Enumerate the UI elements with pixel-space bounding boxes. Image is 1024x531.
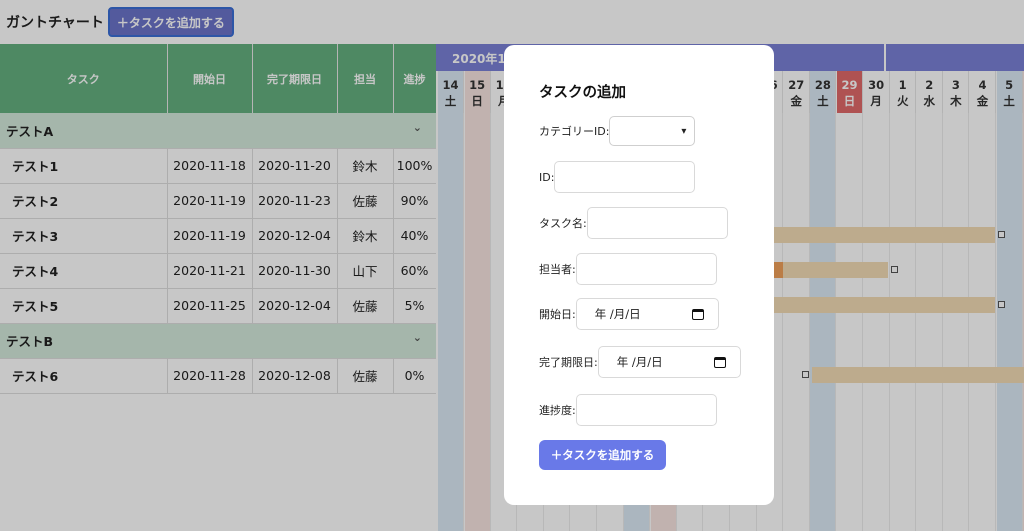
modal-title: タスクの追加	[539, 85, 626, 101]
progress-label: 進捗度:	[539, 404, 576, 417]
start-date-field: 開始日: 年 /月/日	[539, 298, 719, 330]
id-label: ID:	[539, 170, 555, 184]
due-date-input[interactable]: 年 /月/日	[597, 346, 741, 378]
submit-add-task-button[interactable]: ＋タスクを追加する	[539, 440, 666, 470]
start-date-input[interactable]: 年 /月/日	[575, 298, 719, 330]
id-field: ID:	[539, 161, 696, 193]
date-placeholder: 年 /月/日	[616, 355, 663, 369]
due-date-label: 完了期限日:	[539, 356, 598, 369]
add-task-modal: タスクの追加 カテゴリーID: ▾ ID: タスク名: 担当者: 開始日: 年 …	[504, 45, 774, 505]
assignee-field: 担当者:	[539, 253, 717, 285]
task-name-field: タスク名:	[539, 207, 728, 239]
id-input[interactable]	[554, 161, 696, 193]
date-placeholder: 年 /月/日	[594, 307, 641, 321]
category-id-label: カテゴリーID:	[539, 125, 610, 138]
calendar-icon[interactable]	[713, 356, 726, 368]
category-id-select[interactable]: ▾	[609, 116, 696, 146]
assignee-label: 担当者:	[539, 263, 576, 276]
progress-input[interactable]	[575, 394, 717, 426]
task-name-label: タスク名:	[539, 217, 587, 230]
category-id-field: カテゴリーID: ▾	[539, 116, 696, 146]
progress-field: 進捗度:	[539, 394, 717, 426]
calendar-icon[interactable]	[691, 308, 704, 320]
assignee-input[interactable]	[575, 253, 717, 285]
start-date-label: 開始日:	[539, 308, 576, 321]
gantt-app: ガントチャート ＋タスクを追加する タスク 開始日 完了期限日 担当 進捗 テス…	[0, 0, 1024, 531]
due-date-field: 完了期限日: 年 /月/日	[539, 346, 741, 378]
task-name-input[interactable]	[586, 207, 728, 239]
chevron-down-icon: ▾	[681, 125, 687, 137]
